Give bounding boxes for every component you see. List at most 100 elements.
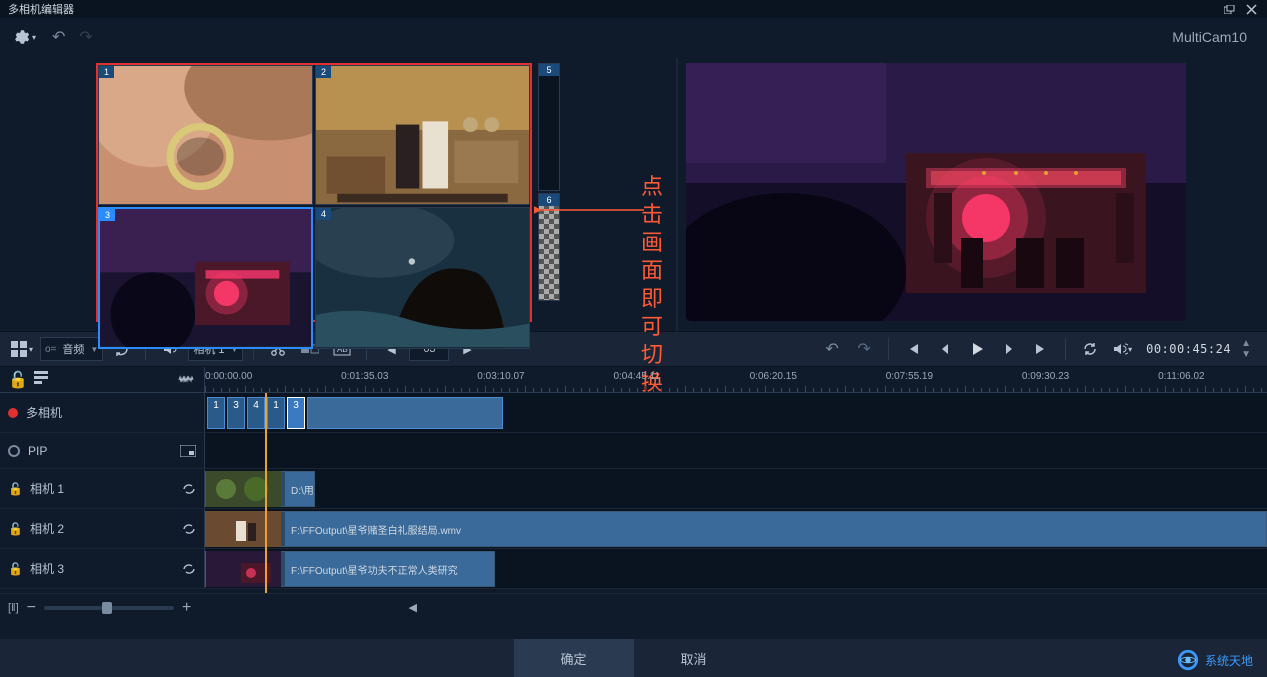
settings-button[interactable]: ▾ — [10, 23, 38, 51]
multicam-segment-tail[interactable] — [307, 397, 503, 429]
waveform-icon[interactable] — [178, 374, 196, 386]
lock-all-icon[interactable]: 🔓 — [8, 370, 28, 390]
ruler-tick: 0:04:45.11 — [613, 371, 660, 382]
cell-number: 3 — [100, 209, 115, 221]
camera-cell-2[interactable]: 2 — [315, 65, 530, 205]
track-label: 相机 1 — [30, 480, 64, 497]
ruler-tick: 0:07:55.19 — [886, 371, 933, 382]
time-ruler[interactable]: 0:00:00.00 0:01:35.03 0:03:10.07 0:04:45.11… — [205, 367, 1267, 392]
track-camera-1: 🔓 相机 1 D:\用 — [0, 469, 1267, 509]
preview-panel — [686, 58, 1253, 331]
track-body-cam3[interactable]: F:\FFOutput\星爷功夫不正常人类研究 — [205, 549, 1267, 588]
zoom-bar: [‖] − + ◀ — [0, 593, 1267, 621]
redo-playback-button[interactable]: ↷ — [850, 335, 878, 363]
track-label: 相机 2 — [30, 520, 64, 537]
clip-thumbnail — [206, 471, 281, 507]
fit-timeline-button[interactable]: [‖] — [8, 602, 19, 614]
annotation-label: 点击画面 即可切换 — [641, 173, 668, 397]
track-pip: PIP — [0, 433, 1267, 469]
ruler-tick: 0:11:06.02 — [1158, 371, 1205, 382]
volume-button[interactable]: ▾ — [1108, 335, 1136, 363]
sync-icon[interactable] — [182, 482, 196, 496]
top-toolbar: ▾ ↶ ↷ MultiCam10 — [0, 18, 1267, 56]
loop-button[interactable] — [1076, 335, 1104, 363]
undo-button[interactable]: ↶ — [52, 27, 65, 47]
sync-icon[interactable] — [182, 562, 196, 576]
track-body-pip[interactable] — [205, 433, 1267, 468]
undo-playback-button[interactable]: ↶ — [818, 335, 846, 363]
track-label: 相机 3 — [30, 560, 64, 577]
tracks-area: 多相机 1 3 4 1 3 PIP 🔓 相机 — [0, 393, 1267, 593]
record-indicator — [8, 408, 18, 418]
redo-button[interactable]: ↷ — [79, 27, 92, 47]
ruler-tick: 0:03:10.07 — [477, 371, 524, 382]
multicam-grid: 1 2 — [96, 63, 532, 322]
ok-button[interactable]: 确定 — [514, 639, 634, 677]
watermark: 系统天地 — [1177, 649, 1253, 671]
track-label: PIP — [28, 444, 47, 458]
preview-viewport[interactable] — [686, 63, 1186, 321]
camera-cell-1[interactable]: 1 — [98, 65, 313, 205]
zoom-handle[interactable] — [102, 602, 112, 614]
grid-view-button[interactable]: ▾ — [8, 335, 36, 363]
timecode-display[interactable]: 00:00:45:24 — [1140, 342, 1237, 356]
ruler-tick: 0:00:00.00 — [205, 371, 252, 382]
timecode-stepper[interactable]: ▲▼ — [1241, 338, 1251, 360]
zoom-slider[interactable] — [44, 606, 174, 610]
titlebar: 多相机编辑器 — [0, 0, 1267, 18]
zoom-out-button[interactable]: − — [27, 599, 36, 617]
prev-frame-button[interactable] — [931, 335, 959, 363]
lock-icon[interactable]: 🔓 — [8, 482, 22, 496]
timeline-header: 🔓 0:00:00.00 0:01:35.03 0:03:10.07 0:04:45.… — [0, 367, 1267, 393]
track-body-multicam[interactable]: 1 3 4 1 3 — [205, 393, 1267, 432]
zoom-in-button[interactable]: + — [182, 599, 191, 617]
pip-mode-icon[interactable] — [180, 445, 196, 457]
track-camera-2: 🔓 相机 2 F:\FFOutput\星爷赌圣白礼服结局.wmv — [0, 509, 1267, 549]
camera-cell-4[interactable]: 4 — [315, 207, 530, 348]
annotation-arrow — [534, 203, 644, 217]
next-frame-button[interactable] — [995, 335, 1023, 363]
extra-cells: 5 6 — [538, 63, 560, 301]
multicam-segment[interactable]: 3 — [287, 397, 305, 429]
maximize-icon[interactable] — [1221, 1, 1237, 17]
clip-thumbnail — [206, 551, 281, 587]
timeline-head-controls: 🔓 — [0, 367, 205, 392]
playhead[interactable] — [265, 393, 267, 593]
watermark-logo-icon — [1177, 649, 1199, 671]
multicam-segment[interactable]: 1 — [267, 397, 285, 429]
lock-icon[interactable]: 🔓 — [8, 522, 22, 536]
clip-label: D:\用 — [285, 472, 314, 506]
audio-sync-dropdown[interactable]: o= 音频 ▼ — [40, 337, 103, 361]
track-body-cam1[interactable]: D:\用 — [205, 469, 1267, 508]
cell-number: 1 — [99, 66, 114, 78]
window-title: 多相机编辑器 — [8, 1, 74, 17]
project-name: MultiCam10 — [1172, 29, 1257, 45]
clip-label: F:\FFOutput\星爷赌圣白礼服结局.wmv — [285, 512, 1266, 546]
multicam-segment[interactable]: 1 — [207, 397, 225, 429]
bottom-bar: 确定 取消 系统天地 — [0, 639, 1267, 677]
track-camera-3: 🔓 相机 3 F:\FFOutput\星爷功夫不正常人类研究 — [0, 549, 1267, 589]
source-panel: 1 2 — [8, 58, 668, 331]
go-start-button[interactable] — [899, 335, 927, 363]
lock-icon[interactable]: 🔓 — [8, 562, 22, 576]
go-end-button[interactable] — [1027, 335, 1055, 363]
camera-cell-3[interactable]: 3 — [98, 207, 313, 348]
track-body-cam2[interactable]: F:\FFOutput\星爷赌圣白礼服结局.wmv — [205, 509, 1267, 548]
clip-label: F:\FFOutput\星爷功夫不正常人类研究 — [285, 552, 494, 586]
cell-number: 5 — [539, 64, 559, 76]
cell-number: 2 — [316, 66, 331, 78]
sync-icon[interactable] — [182, 522, 196, 536]
multicam-segment[interactable]: 3 — [227, 397, 245, 429]
track-label: 多相机 — [26, 404, 62, 421]
ruler-tick: 0:01:35.03 — [341, 371, 388, 382]
play-button[interactable] — [963, 335, 991, 363]
cell-number: 4 — [316, 208, 331, 220]
cancel-button[interactable]: 取消 — [634, 639, 754, 677]
track-multicam: 多相机 1 3 4 1 3 — [0, 393, 1267, 433]
timeline-options-icon[interactable] — [34, 370, 48, 390]
camera-cell-5[interactable]: 5 — [538, 63, 560, 191]
video-panels: 1 2 — [0, 56, 1267, 331]
multicam-segment[interactable]: 4 — [247, 397, 265, 429]
close-icon[interactable] — [1243, 1, 1259, 17]
scroll-left-icon[interactable]: ◀ — [409, 601, 417, 614]
